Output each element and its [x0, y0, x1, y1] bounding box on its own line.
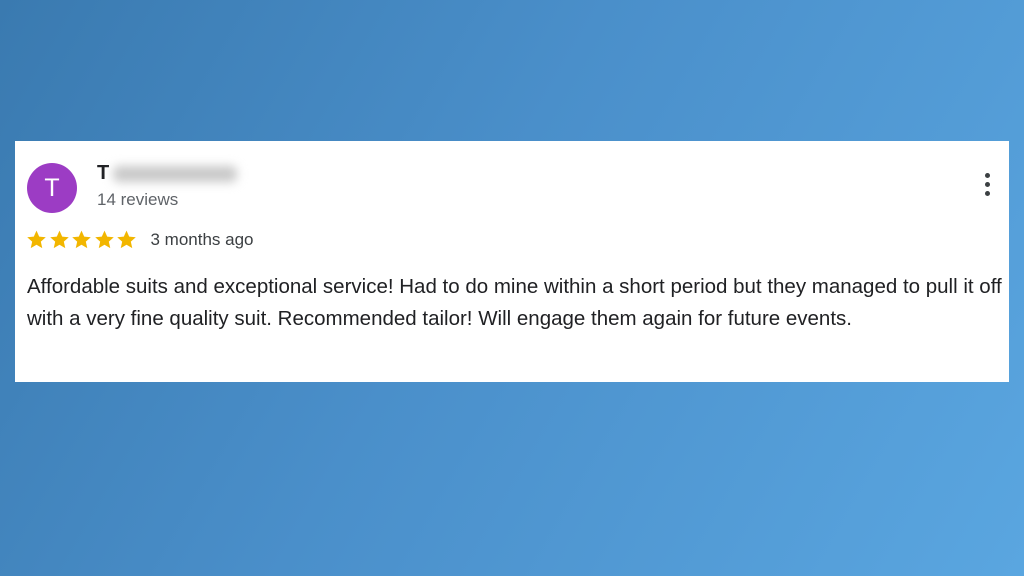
star-icon — [49, 230, 69, 249]
avatar[interactable]: T — [27, 163, 77, 213]
reviewer-name-redaction — [113, 165, 238, 182]
review-date: 3 months ago — [150, 229, 254, 249]
reviewer-name-text: T — [97, 162, 110, 184]
more-vert-icon[interactable] — [975, 169, 999, 205]
review-text: Affordable suits and exceptional service… — [27, 275, 1002, 330]
star-icon — [117, 230, 136, 249]
review-card: T T 14 reviews 3 months ago Affordable s… — [15, 141, 1009, 382]
reviewer-name[interactable]: T — [97, 162, 238, 185]
star-icon — [27, 230, 46, 249]
star-icon — [94, 230, 114, 249]
review-count[interactable]: 14 reviews — [97, 190, 178, 210]
star-icon — [72, 230, 91, 249]
star-rating — [26, 229, 139, 250]
rating-row: 3 months ago — [26, 229, 254, 250]
